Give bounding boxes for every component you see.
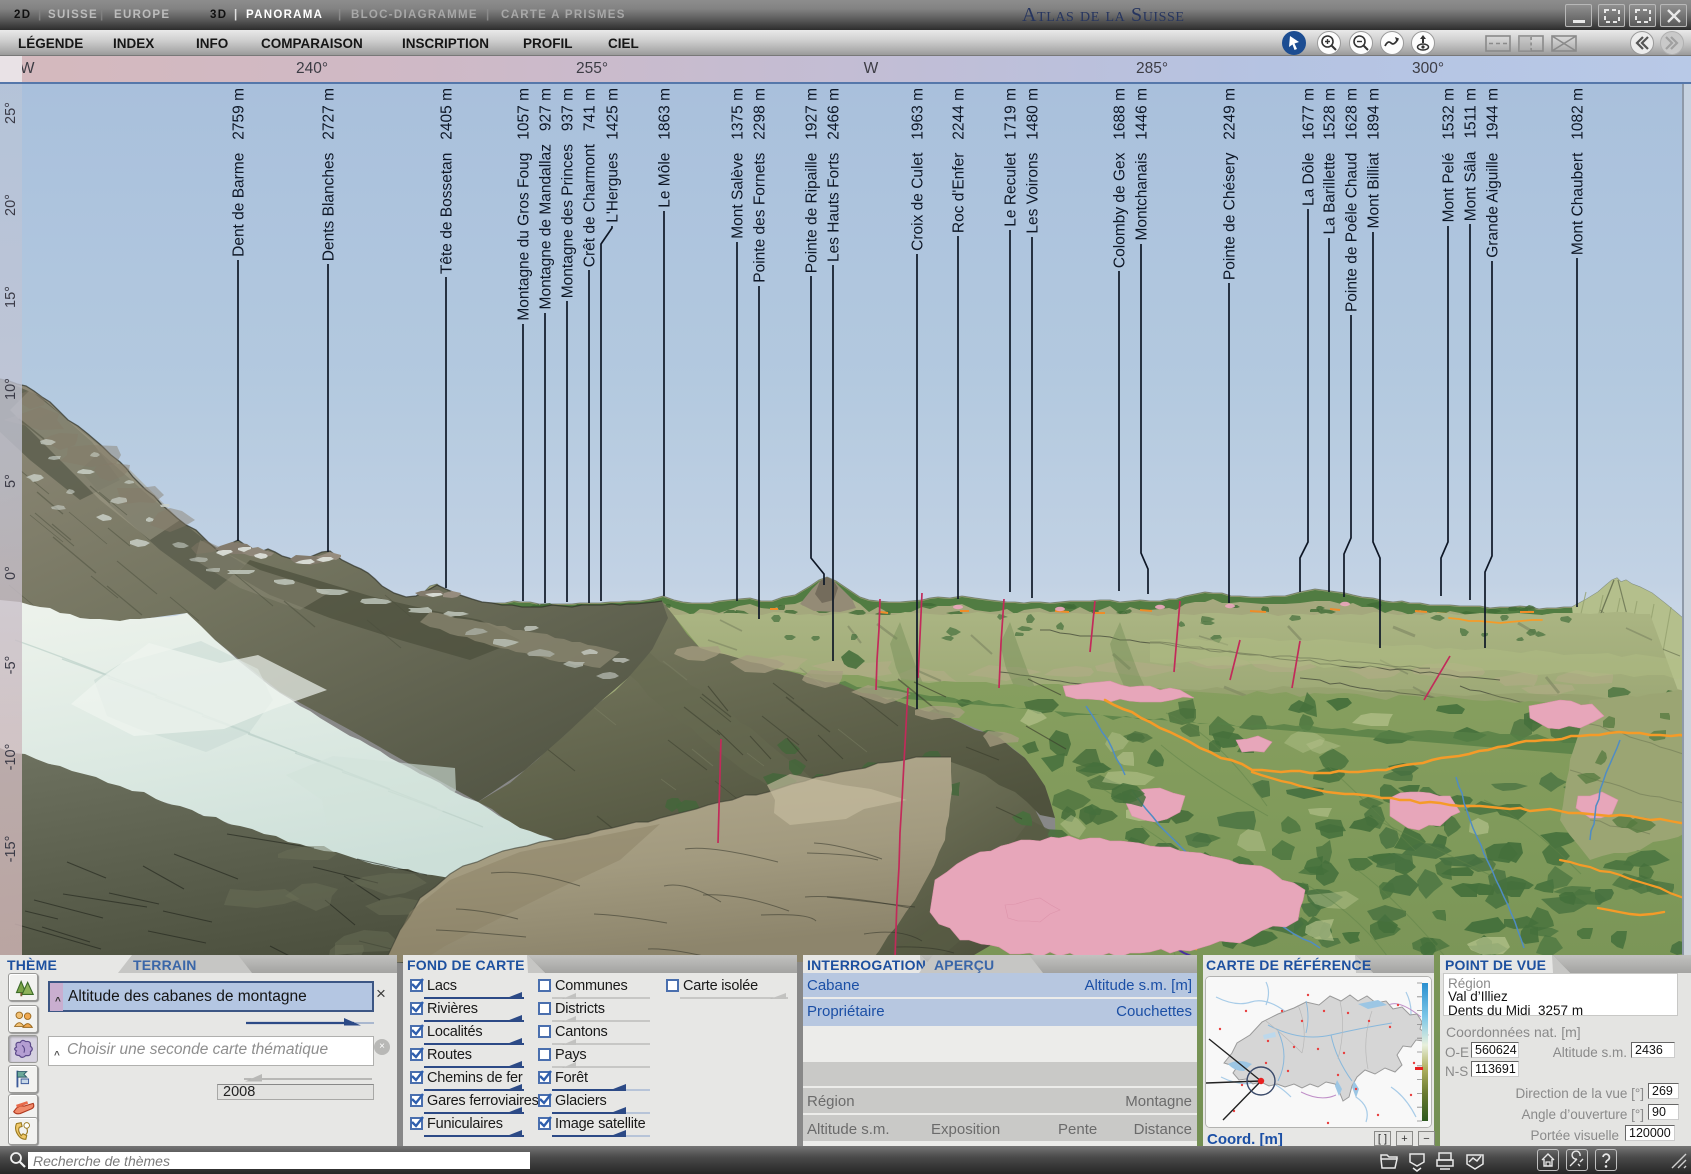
svg-text:Mont Salève 1375 m: Mont Salève 1375 m (730, 88, 747, 239)
svg-text:La Barillette 1528 m: La Barillette 1528 m (1322, 88, 1339, 234)
svg-text:Le Môle 1863 m: Le Môle 1863 m (657, 88, 674, 208)
svg-text:Les Hauts Forts 2466 m: Les Hauts Forts 2466 m (826, 88, 843, 262)
svg-text:Dent de Barme 2759 m: Dent de Barme 2759 m (231, 88, 248, 257)
svg-text:Montagne du Gros Foug 1057 m: Montagne du Gros Foug 1057 m (516, 88, 533, 321)
svg-text:Mont Pelé 1532 m: Mont Pelé 1532 m (1441, 88, 1458, 222)
svg-text:Pointe de Chésery 2249 m: Pointe de Chésery 2249 m (1222, 88, 1239, 280)
svg-text:Crêt de Charmont 741 m: Crêt de Charmont 741 m (582, 88, 599, 267)
svg-text:Montagne des Princes 937 m: Montagne des Princes 937 m (560, 88, 577, 298)
svg-text:Dents Blanches 2727 m: Dents Blanches 2727 m (321, 88, 338, 261)
svg-text:Pointe de Poêle Chaud 1628 m: Pointe de Poêle Chaud 1628 m (1344, 88, 1361, 312)
svg-text:Colomby de Gex 1688 m: Colomby de Gex 1688 m (1112, 88, 1129, 268)
svg-text:Mont Billiat 1894 m: Mont Billiat 1894 m (1366, 88, 1383, 228)
svg-text:Croix de Culet 1963 m: Croix de Culet 1963 m (910, 88, 927, 251)
svg-text:Les Voirons 1480 m: Les Voirons 1480 m (1025, 88, 1042, 234)
svg-text:Mont Chaubert 1082 m: Mont Chaubert 1082 m (1570, 88, 1587, 255)
svg-text:Pointe de Ripaille 1927 m: Pointe de Ripaille 1927 m (804, 88, 821, 273)
svg-text:Le Reculet 1719 m: Le Reculet 1719 m (1003, 88, 1020, 227)
svg-text:Montchanais 1446 m: Montchanais 1446 m (1134, 88, 1151, 241)
svg-text:La Dôle 1677 m: La Dôle 1677 m (1301, 88, 1318, 206)
svg-text:L'Hergues 1425 m: L'Hergues 1425 m (605, 88, 622, 223)
svg-text:Montagne de Mandallaz 927 m: Montagne de Mandallaz 927 m (538, 88, 555, 309)
svg-text:Tête de Bossetan 2405 m: Tête de Bossetan 2405 m (439, 88, 456, 274)
svg-text:Grande Aiguille 1944 m: Grande Aiguille 1944 m (1485, 88, 1502, 258)
svg-text:Roc d'Enfer 2244 m: Roc d'Enfer 2244 m (951, 88, 968, 233)
svg-text:Mont Sâla 1511 m: Mont Sâla 1511 m (1463, 88, 1480, 221)
svg-text:Pointe des Fornets 2298 m: Pointe des Fornets 2298 m (752, 88, 769, 283)
